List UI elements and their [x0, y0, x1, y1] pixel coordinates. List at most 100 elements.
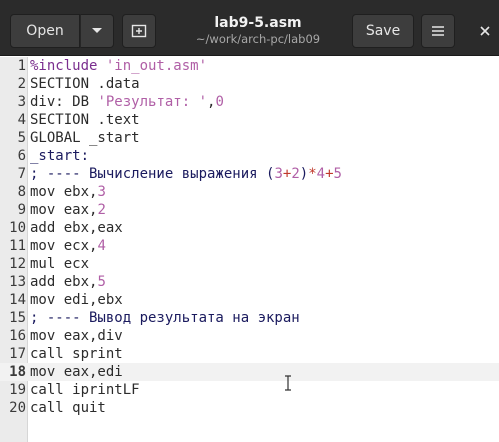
code-text: call quit	[30, 399, 106, 417]
code-line[interactable]: 1 %include 'in_out.asm'	[0, 57, 499, 75]
code-token: 2	[291, 166, 300, 182]
line-number: 12	[9, 256, 26, 272]
code-token: call iprintLF	[30, 382, 140, 398]
menu-button[interactable]	[421, 14, 455, 48]
code-line[interactable]: 9 mov eax,2	[0, 201, 499, 219]
code-line[interactable]: 12 mul ecx	[0, 255, 499, 273]
code-line[interactable]: 3 div: DB 'Результат: ',0	[0, 93, 499, 111]
new-tab-button[interactable]	[122, 14, 156, 48]
line-number: 15	[9, 310, 26, 326]
save-button-label: Save	[365, 23, 401, 39]
line-number: 9	[17, 202, 26, 218]
chevron-down-icon	[92, 28, 102, 33]
open-button-label: Open	[26, 23, 64, 39]
code-token: mov eax,div	[30, 328, 123, 344]
code-token: SECTION .text	[30, 112, 140, 128]
code-text: mov ecx,4	[30, 237, 106, 255]
line-number: 4	[17, 112, 26, 128]
code-line[interactable]: 16 mov eax,div	[0, 327, 499, 345]
code-token: call sprint	[30, 346, 123, 362]
code-text: mov eax,div	[30, 327, 123, 345]
code-token: mul ecx	[30, 256, 90, 272]
line-number: 17	[9, 346, 26, 362]
code-token: 3	[97, 184, 106, 200]
close-icon	[480, 26, 490, 36]
code-token: 'in_out.asm'	[105, 58, 208, 74]
code-token: ; ---- Вычисление выражения (	[30, 166, 275, 182]
save-button[interactable]: Save	[352, 14, 414, 48]
line-number: 6	[17, 148, 26, 164]
code-text: SECTION .data	[30, 75, 140, 93]
code-token: )	[299, 166, 309, 182]
code-line[interactable]: 5 GLOBAL _start	[0, 129, 499, 147]
code-text: GLOBAL _start	[30, 129, 140, 147]
open-button[interactable]: Open	[10, 14, 80, 48]
line-number: 14	[9, 292, 26, 308]
code-text: add ebx,eax	[30, 219, 123, 237]
code-line[interactable]: 20 call quit	[0, 399, 499, 417]
code-line[interactable]: 14 mov edi,ebx	[0, 291, 499, 309]
code-token: call quit	[30, 400, 106, 416]
code-text: ; ---- Вычисление выражения (3+2)*4+5	[30, 165, 342, 183]
line-number: 16	[9, 328, 26, 344]
code-text: %include 'in_out.asm'	[30, 57, 207, 75]
code-text: call sprint	[30, 345, 123, 363]
code-token: mov ecx,	[30, 238, 98, 254]
code-token: mov edi,ebx	[30, 292, 123, 308]
hamburger-menu-icon	[432, 26, 444, 36]
code-line[interactable]: 6 _start:	[0, 147, 499, 165]
text-cursor-icon	[285, 375, 291, 391]
code-token: mov eax,edi	[30, 364, 123, 380]
code-text: add ebx,5	[30, 273, 106, 291]
code-text: mov edi,ebx	[30, 291, 123, 309]
code-text: _start:	[30, 147, 89, 165]
code-line[interactable]: 13 add ebx,5	[0, 273, 499, 291]
code-text: mov ebx,3	[30, 183, 106, 201]
code-token: +	[325, 166, 334, 182]
line-number: 11	[9, 238, 26, 254]
code-token: %include	[30, 58, 106, 74]
code-line[interactable]: 19 call iprintLF	[0, 381, 499, 399]
code-token: 4	[316, 166, 326, 182]
code-lines[interactable]: 1 %include 'in_out.asm' 2 SECTION .data 3 div…	[0, 57, 499, 417]
code-line[interactable]: 10 add ebx,eax	[0, 219, 499, 237]
code-line[interactable]: 18 mov eax,edi	[0, 363, 499, 381]
code-token: 5	[333, 166, 342, 182]
code-line[interactable]: 4 SECTION .text	[0, 111, 499, 129]
line-number: 7	[17, 166, 26, 182]
code-line[interactable]: 15; ---- Вывод результата на экран	[0, 309, 499, 327]
code-text: mov eax,edi	[30, 363, 123, 381]
code-token: mov eax,	[30, 202, 98, 218]
code-token: ; ---- Вывод результата на экран	[30, 310, 300, 326]
text-editor[interactable]: 1 %include 'in_out.asm' 2 SECTION .data 3 div…	[0, 57, 499, 442]
open-recent-dropdown-button[interactable]	[80, 14, 114, 48]
code-text: call iprintLF	[30, 381, 140, 399]
code-line[interactable]: 7; ---- Вычисление выражения (3+2)*4+5	[0, 165, 499, 183]
line-number: 18	[9, 364, 26, 380]
line-number: 3	[17, 94, 26, 110]
code-line[interactable]: 17 call sprint	[0, 345, 499, 363]
line-number: 19	[9, 382, 26, 398]
new-tab-icon	[131, 24, 147, 38]
code-text: div: DB 'Результат: ',0	[30, 93, 224, 111]
code-token: add ebx,	[30, 274, 98, 290]
code-token: *	[308, 166, 317, 182]
code-token: add ebx,eax	[30, 220, 123, 236]
window-subtitle: ~/work/arch-pc/lab09	[195, 32, 321, 46]
line-number: 8	[17, 184, 26, 200]
code-text: mul ecx	[30, 255, 89, 273]
code-token: 'Результат: '	[97, 94, 208, 110]
code-line[interactable]: 2 SECTION .data	[0, 75, 499, 93]
header-bar: Open lab9-5.asm ~/work/arch-pc/lab09 Sav…	[0, 0, 499, 56]
code-token: 4	[97, 238, 106, 254]
line-number: 1	[17, 58, 26, 74]
code-token: div: DB	[30, 94, 98, 110]
close-button[interactable]	[471, 14, 499, 48]
window-title: lab9-5.asm	[214, 15, 302, 31]
code-token: 0	[215, 94, 224, 110]
code-line[interactable]: 8 mov ebx,3	[0, 183, 499, 201]
code-token: SECTION .data	[30, 76, 140, 92]
code-line[interactable]: 11 mov ecx,4	[0, 237, 499, 255]
code-token: 5	[97, 274, 106, 290]
line-number: 10	[9, 220, 26, 236]
